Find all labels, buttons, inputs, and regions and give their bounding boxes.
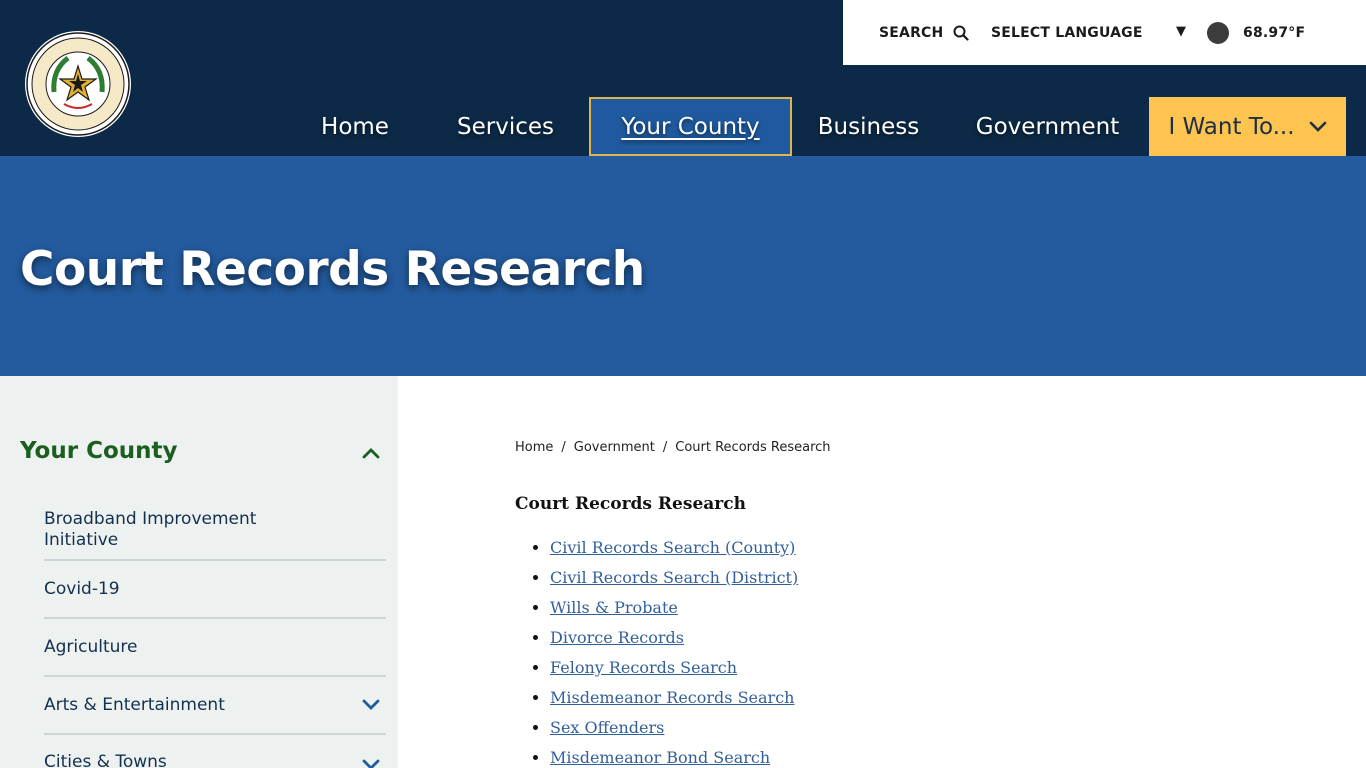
temperature-readout: 68.97°F: [1243, 25, 1306, 41]
link-felony-records[interactable]: Felony Records Search: [550, 658, 737, 677]
utility-bar: SEARCH SELECT LANGUAGE ▼ 68.97°F: [843, 0, 1366, 65]
weather-icon: [1207, 22, 1229, 44]
sidebar-item-label: Covid-19: [44, 578, 120, 599]
site-header: SEARCH SELECT LANGUAGE ▼ 68.97°F Home Se…: [0, 0, 1366, 156]
page-banner: Court Records Research: [0, 156, 1366, 376]
nav-home[interactable]: Home: [300, 97, 410, 156]
breadcrumb-home[interactable]: Home: [515, 440, 553, 455]
link-misdemeanor-records[interactable]: Misdemeanor Records Search: [550, 688, 794, 707]
list-item: Sex Offenders: [550, 718, 798, 748]
sidebar-item-label: Cities & Towns: [44, 752, 167, 768]
breadcrumb-separator: /: [561, 440, 566, 455]
nav-government[interactable]: Government: [955, 97, 1140, 156]
chevron-up-icon[interactable]: [362, 446, 380, 460]
nav-business[interactable]: Business: [800, 97, 937, 156]
list-item: Civil Records Search (County): [550, 538, 798, 568]
list-item: Misdemeanor Records Search: [550, 688, 798, 718]
breadcrumb-government[interactable]: Government: [574, 440, 655, 455]
chevron-down-icon[interactable]: [362, 759, 380, 768]
sidebar-item-label: Agriculture: [44, 636, 138, 657]
search-label: SEARCH: [879, 25, 944, 41]
list-item: Civil Records Search (District): [550, 568, 798, 598]
sidebar-item-label: Arts & Entertainment: [44, 694, 225, 715]
sidebar-nav: Your County Broadband Improvement Initia…: [0, 376, 398, 768]
sidebar-item-agriculture[interactable]: Agriculture: [44, 619, 386, 677]
county-seal-logo[interactable]: [24, 30, 132, 138]
sidebar-heading[interactable]: Your County: [20, 438, 178, 464]
sidebar-item-arts-entertainment[interactable]: Arts & Entertainment: [44, 677, 386, 735]
link-civil-records-county[interactable]: Civil Records Search (County): [550, 538, 795, 557]
link-civil-records-district[interactable]: Civil Records Search (District): [550, 568, 798, 587]
page-title: Court Records Research: [20, 242, 645, 297]
breadcrumb: Home / Government / Court Records Resear…: [515, 440, 831, 455]
sidebar-item-covid-19[interactable]: Covid-19: [44, 561, 386, 619]
link-misdemeanor-bond[interactable]: Misdemeanor Bond Search: [550, 748, 770, 767]
chevron-down-icon: [1309, 121, 1326, 132]
search-icon: [953, 25, 970, 41]
link-sex-offenders[interactable]: Sex Offenders: [550, 718, 664, 737]
nav-your-county[interactable]: Your County: [589, 97, 792, 156]
list-item: Felony Records Search: [550, 658, 798, 688]
list-item: Divorce Records: [550, 628, 798, 658]
list-item: Misdemeanor Bond Search: [550, 748, 798, 768]
link-wills-probate[interactable]: Wills & Probate: [550, 598, 678, 617]
records-link-list: Civil Records Search (County) Civil Reco…: [550, 538, 798, 768]
language-select[interactable]: SELECT LANGUAGE: [991, 22, 1143, 44]
breadcrumb-current: Court Records Research: [675, 440, 831, 455]
search-button[interactable]: SEARCH: [879, 22, 970, 44]
chevron-down-icon[interactable]: [362, 699, 380, 711]
sidebar-item-label: Broadband Improvement Initiative: [44, 508, 257, 550]
sidebar-item-cities-towns[interactable]: Cities & Towns: [44, 735, 386, 768]
nav-i-want-to[interactable]: I Want To...: [1149, 97, 1346, 156]
sidebar-item-broadband[interactable]: Broadband Improvement Initiative: [44, 500, 386, 561]
caret-down-icon[interactable]: ▼: [1176, 24, 1186, 39]
link-divorce-records[interactable]: Divorce Records: [550, 628, 684, 647]
nav-i-want-to-label: I Want To...: [1168, 113, 1295, 140]
nav-services[interactable]: Services: [438, 97, 573, 156]
list-item: Wills & Probate: [550, 598, 798, 628]
breadcrumb-separator: /: [662, 440, 668, 455]
language-label: SELECT LANGUAGE: [991, 25, 1143, 41]
content-title: Court Records Research: [515, 494, 746, 514]
